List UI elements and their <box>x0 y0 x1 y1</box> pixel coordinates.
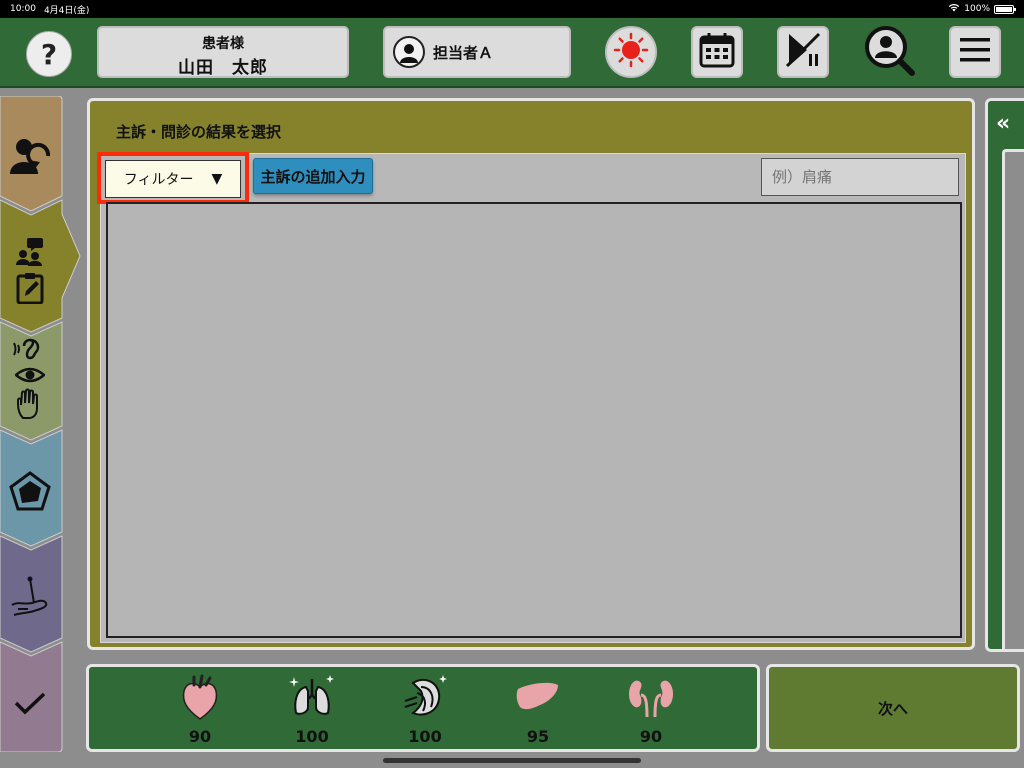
calendar-button[interactable] <box>691 26 743 78</box>
search-user-icon <box>862 23 916 81</box>
clipboard-icon <box>15 272 45 304</box>
patient-name: 山田 太郎 <box>178 58 268 78</box>
sidebar-item-patient[interactable] <box>0 116 60 196</box>
vitals-bar: 90 100 100 95 90 <box>86 664 760 752</box>
home-indicator[interactable] <box>383 758 641 763</box>
heart-icon <box>178 674 222 725</box>
complaint-panel: 主訴・問診の結果を選択 フィルター ▼ 主訴の追加入力 <box>87 98 975 650</box>
complaint-search-input[interactable] <box>761 158 959 196</box>
sidebar-item-evaluation[interactable] <box>0 446 60 536</box>
vital-value: 100 <box>295 727 329 746</box>
vital-lungs[interactable]: 100 <box>282 673 342 746</box>
battery-level <box>996 6 1012 12</box>
help-button[interactable]: ? <box>26 31 72 77</box>
filter-dropdown[interactable]: フィルター ▼ <box>105 160 241 198</box>
search-user-button[interactable] <box>863 26 915 78</box>
treatment-icon <box>10 575 50 619</box>
right-panel-notch <box>1002 149 1024 649</box>
complaint-content: フィルター ▼ 主訴の追加入力 <box>97 152 966 643</box>
sidebar-item-complete[interactable] <box>0 662 60 746</box>
staff-name: 担当者Ａ <box>433 43 494 62</box>
vital-muscle[interactable]: 100 <box>395 673 455 746</box>
menu-icon <box>957 32 993 72</box>
kidneys-icon <box>627 680 675 725</box>
lungs-icon <box>288 675 336 725</box>
ear-icon <box>12 336 48 362</box>
interview-icon <box>15 236 45 266</box>
muscle-icon <box>401 675 449 725</box>
add-complaint-button[interactable]: 主訴の追加入力 <box>253 158 373 194</box>
status-date: 4月4日(金) <box>43 5 90 16</box>
sidebar-item-senses[interactable] <box>0 330 60 426</box>
complaint-list[interactable] <box>106 202 962 638</box>
patient-return-icon <box>8 134 52 178</box>
status-time: 10:00 <box>10 4 36 14</box>
sidebar <box>0 96 81 752</box>
top-bar: ? 患者様 山田 太郎 担当者Ａ <box>0 18 1024 88</box>
filter-highlight: フィルター ▼ <box>97 152 249 204</box>
liver-icon <box>514 682 562 725</box>
page-title: 主訴・問診の結果を選択 <box>116 123 282 141</box>
vital-value: 90 <box>639 727 663 746</box>
patient-label: 患者様 <box>202 36 244 52</box>
app-root: 10:00 4月4日(金) 100% ? 患者様 山田 太郎 担当者Ａ 主訴・問… <box>0 0 1024 768</box>
menu-button[interactable] <box>949 26 1001 78</box>
play-pause-button[interactable] <box>777 26 829 78</box>
check-icon <box>13 691 47 717</box>
right-panel-tab[interactable]: « <box>985 98 1024 652</box>
wifi-icon <box>948 3 960 15</box>
sidebar-item-treatment[interactable] <box>0 552 60 642</box>
vital-kidneys[interactable]: 90 <box>621 673 681 746</box>
double-chevron-left-icon: « <box>996 111 1011 136</box>
eye-icon <box>15 366 45 384</box>
filter-label: フィルター <box>123 172 194 188</box>
vital-liver[interactable]: 95 <box>508 673 568 746</box>
battery-percent: 100% <box>964 4 990 14</box>
play-pause-icon <box>783 30 823 74</box>
sun-icon <box>613 32 649 72</box>
vital-heart[interactable]: 90 <box>170 673 230 746</box>
vital-value: 90 <box>188 727 212 746</box>
battery-icon <box>994 4 1016 14</box>
person-icon <box>393 36 425 68</box>
calendar-icon <box>697 30 737 74</box>
pentagon-chart-icon <box>9 471 51 511</box>
staff-selector[interactable]: 担当者Ａ <box>383 26 571 78</box>
alert-button[interactable] <box>605 26 657 78</box>
chevron-down-icon: ▼ <box>211 171 223 187</box>
help-icon: ? <box>40 37 58 71</box>
next-button[interactable]: 次へ <box>766 664 1020 752</box>
vital-value: 95 <box>526 727 550 746</box>
vital-value: 100 <box>408 727 442 746</box>
status-bar: 10:00 4月4日(金) 100% <box>0 0 1024 18</box>
sidebar-item-interview[interactable] <box>0 220 60 320</box>
hand-icon <box>15 388 45 420</box>
patient-info-box[interactable]: 患者様 山田 太郎 <box>97 26 349 78</box>
